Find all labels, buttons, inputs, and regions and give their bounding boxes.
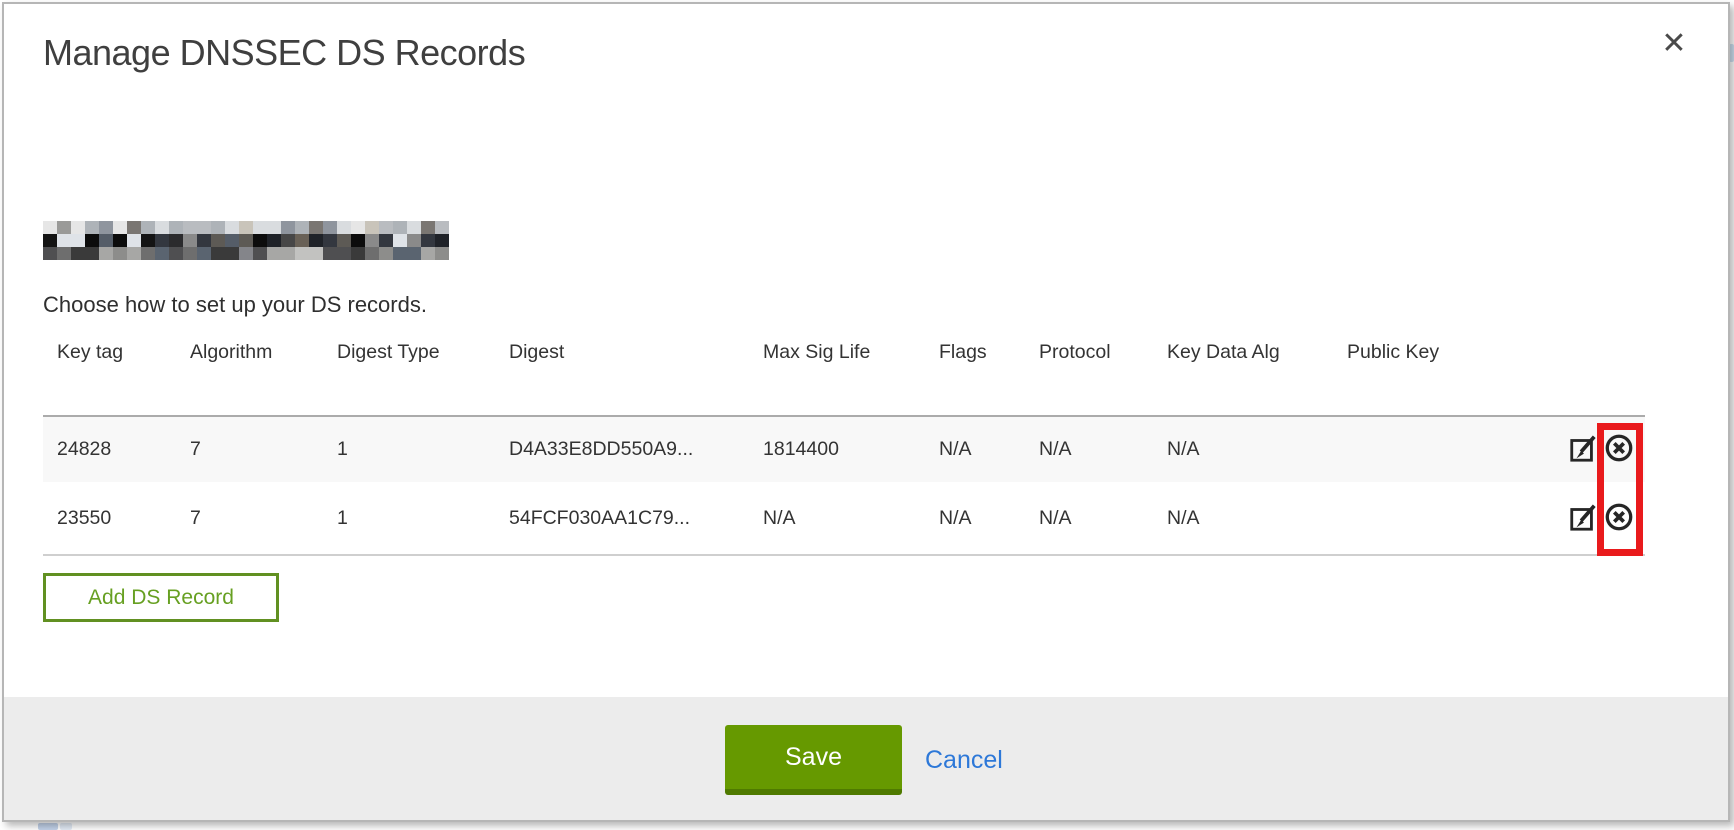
cell-algorithm: 7 [176, 416, 323, 482]
column-header-algorithm: Algorithm [176, 337, 323, 416]
cell-public-key [1333, 416, 1555, 482]
column-header-key-tag: Key tag [43, 337, 176, 416]
cell-max-sig-life: 1814400 [749, 416, 925, 482]
column-header-actions [1555, 337, 1645, 416]
column-header-public-key: Public Key [1333, 337, 1555, 416]
edit-record-button[interactable] [1567, 434, 1599, 466]
cell-max-sig-life: N/A [749, 482, 925, 555]
cell-digest-type: 1 [323, 482, 495, 555]
page-behind-fragment [60, 823, 72, 830]
close-icon[interactable]: ✕ [1652, 22, 1696, 66]
cell-digest: 54FCF030AA1C79... [495, 482, 749, 555]
ds-records-table: Key tag Algorithm Digest Type Digest Max… [43, 337, 1645, 556]
cancel-link[interactable]: Cancel [925, 725, 1003, 795]
column-header-digest-type: Digest Type [323, 337, 495, 416]
instruction-text: Choose how to set up your DS records. [43, 292, 427, 318]
cell-digest: D4A33E8DD550A9... [495, 416, 749, 482]
cell-actions [1555, 416, 1645, 482]
cell-actions [1555, 482, 1645, 555]
column-header-max-sig-life: Max Sig Life [749, 337, 925, 416]
column-header-key-data-alg: Key Data Alg [1153, 337, 1333, 416]
table-row: 23550 7 1 54FCF030AA1C79... N/A N/A N/A … [43, 482, 1645, 555]
delete-record-button[interactable] [1603, 434, 1635, 466]
cell-digest-type: 1 [323, 416, 495, 482]
manage-ds-records-dialog: Manage DNSSEC DS Records ✕ Choose how to… [2, 2, 1730, 822]
column-header-flags: Flags [925, 337, 1025, 416]
table-row: 24828 7 1 D4A33E8DD550A9... 1814400 N/A … [43, 416, 1645, 482]
column-header-protocol: Protocol [1025, 337, 1153, 416]
cell-flags: N/A [925, 482, 1025, 555]
dialog-title: Manage DNSSEC DS Records [43, 32, 525, 74]
cell-key-tag: 24828 [43, 416, 176, 482]
cell-key-tag: 23550 [43, 482, 176, 555]
cell-flags: N/A [925, 416, 1025, 482]
circle-x-icon [1604, 502, 1634, 535]
redacted-domain-name [43, 221, 449, 260]
dialog-footer: Save Cancel [4, 697, 1728, 820]
page-behind-fragment [38, 823, 58, 830]
edit-record-button[interactable] [1567, 502, 1599, 534]
delete-record-button[interactable] [1603, 502, 1635, 534]
table-header-row: Key tag Algorithm Digest Type Digest Max… [43, 337, 1645, 416]
screen: Manage DNSSEC DS Records ✕ Choose how to… [0, 0, 1734, 830]
cell-key-data-alg: N/A [1153, 416, 1333, 482]
column-header-digest: Digest [495, 337, 749, 416]
cell-protocol: N/A [1025, 416, 1153, 482]
save-button[interactable]: Save [725, 725, 902, 795]
cell-key-data-alg: N/A [1153, 482, 1333, 555]
edit-pencil-square-icon [1568, 502, 1598, 535]
add-ds-record-button[interactable]: Add DS Record [43, 573, 279, 622]
circle-x-icon [1604, 433, 1634, 466]
cell-public-key [1333, 482, 1555, 555]
cell-algorithm: 7 [176, 482, 323, 555]
edit-pencil-square-icon [1568, 433, 1598, 466]
cell-protocol: N/A [1025, 482, 1153, 555]
